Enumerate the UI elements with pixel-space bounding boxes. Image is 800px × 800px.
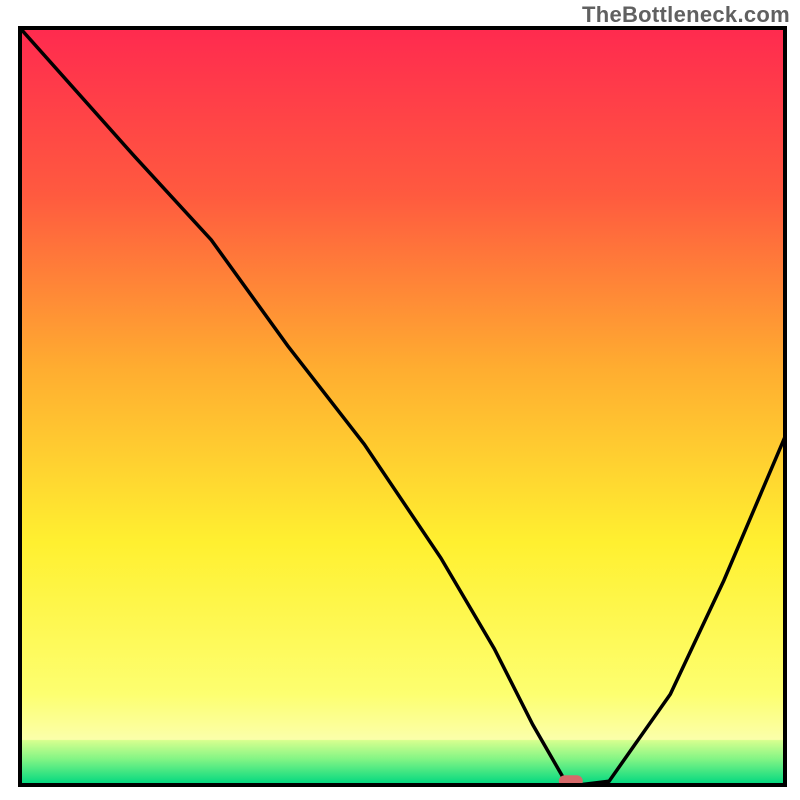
watermark-text: TheBottleneck.com xyxy=(582,2,790,28)
chart-container: TheBottleneck.com xyxy=(0,0,800,800)
chart-background xyxy=(20,28,785,785)
chart-plot xyxy=(0,0,800,800)
